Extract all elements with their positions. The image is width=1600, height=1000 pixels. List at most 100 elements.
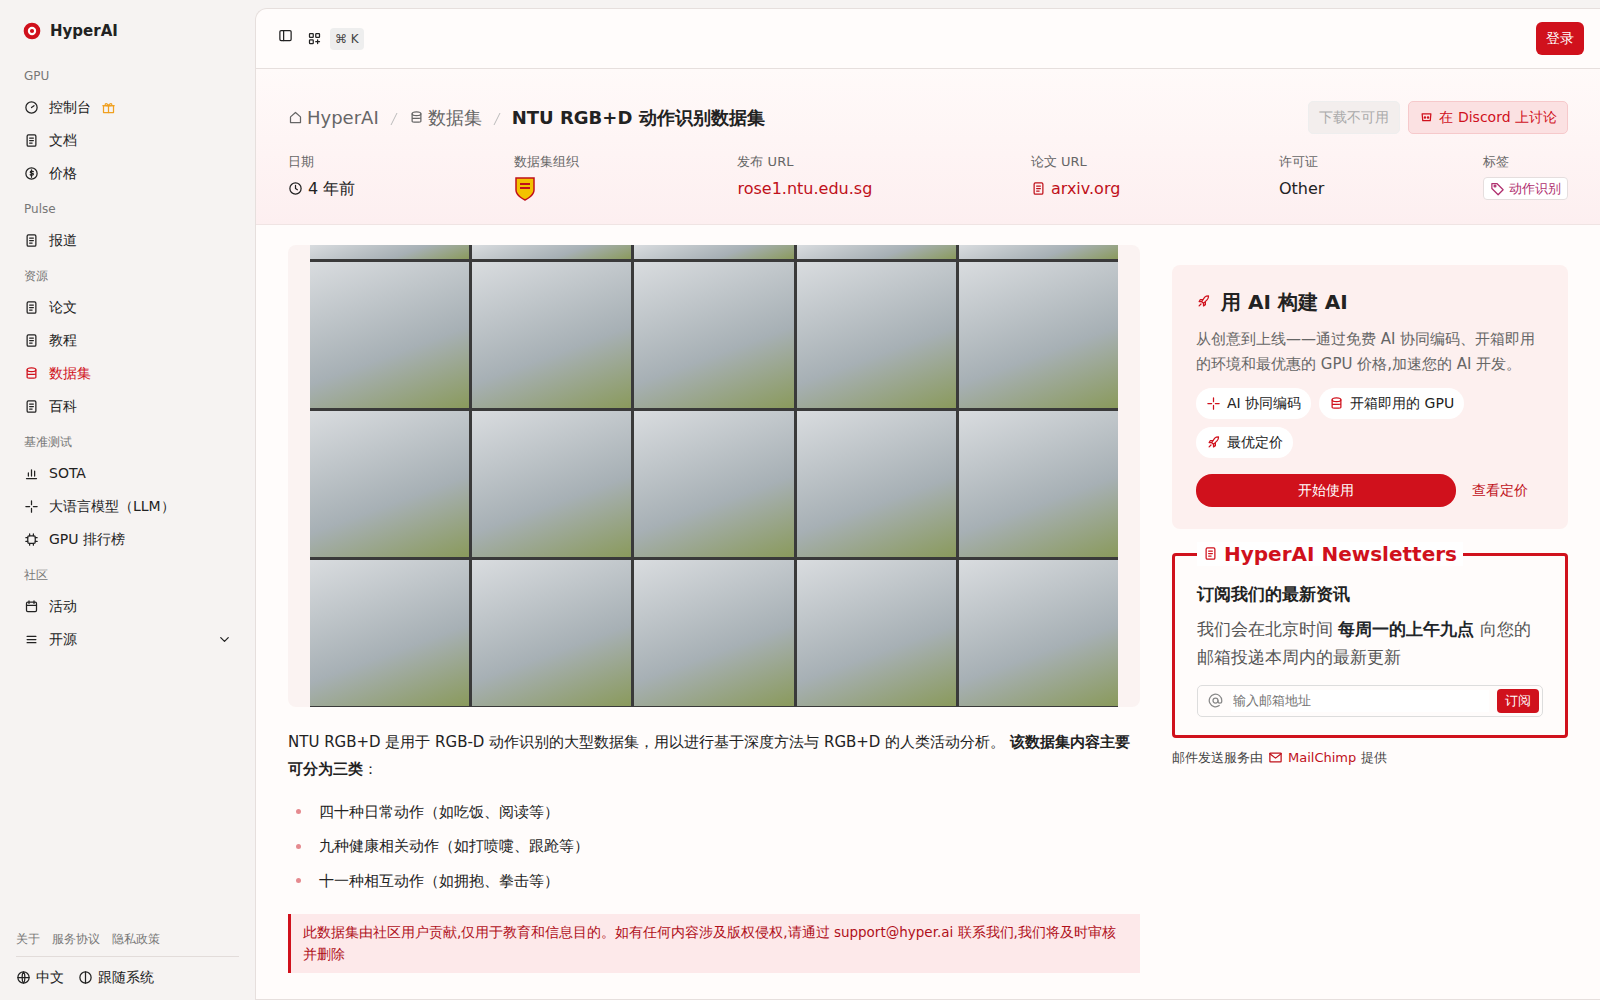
sidebar-item[interactable]: 百科: [16, 390, 239, 423]
language-label: 中文: [36, 967, 64, 988]
sidebar-footer: 关于服务协议隐私政策中文跟随系统: [16, 930, 239, 988]
discord-button[interactable]: 在 Discord 上讨论: [1408, 101, 1568, 134]
newsletter-box: HyperAI Newsletters订阅我们的最新资讯我们会在北京时间 每周一…: [1172, 553, 1568, 738]
subscribe-button[interactable]: 订阅: [1497, 689, 1539, 713]
footer-link[interactable]: 隐私政策: [112, 930, 160, 948]
date-value: 4 年前: [308, 177, 355, 201]
sidebar-toggle[interactable]: [278, 27, 293, 50]
footer-link[interactable]: 关于: [16, 930, 40, 948]
footer-links: 关于服务协议隐私政策: [16, 930, 239, 957]
main-panel: ⌘ K登录HyperAI数据集NTU RGB+D 动作识别数据集下载不可用在 D…: [255, 8, 1600, 1000]
sidebar-item[interactable]: 论文: [16, 291, 239, 324]
feature-icon: [1206, 435, 1221, 450]
panel-icon: [278, 28, 293, 43]
content: NTU RGB+D 是用于 RGB-D 动作识别的大型数据集，用以进行基于深度方…: [256, 225, 1600, 974]
meta-label: 发布 URL: [737, 152, 872, 172]
license-value: Other: [1279, 177, 1324, 201]
release-link[interactable]: rose1.ntu.edu.sg: [737, 177, 872, 201]
chevron-icon: [217, 632, 231, 646]
theme-select[interactable]: 跟随系统: [78, 967, 154, 988]
feature-list: AI 协同编码开箱即用的 GPU最优定价: [1196, 388, 1544, 458]
item-icon: [24, 366, 39, 381]
start-button[interactable]: 开始使用: [1196, 474, 1456, 507]
description-tail: ：: [363, 760, 378, 778]
breadcrumb-label: HyperAI: [307, 104, 379, 131]
tag[interactable]: 动作识别: [1483, 177, 1568, 201]
globe-icon: [16, 970, 31, 985]
newsletter-heading: 订阅我们的最新资讯: [1197, 582, 1543, 608]
newsletter-bold: 每周一的上午九点: [1338, 619, 1474, 639]
sidebar-item[interactable]: 教程: [16, 324, 239, 357]
sidebar-right: 用 AI 构建 AI 从创意到上线——通过免费 AI 协同编码、开箱即用的环境和最…: [1172, 245, 1568, 974]
meta-item: 论文 URLarxiv.org: [1031, 152, 1120, 202]
meta-item: 发布 URL rose1.ntu.edu.sg: [737, 152, 872, 202]
sidebar-item[interactable]: GPU 排行榜: [16, 523, 239, 556]
settings: 中文跟随系统: [16, 957, 239, 988]
mailchimp-link[interactable]: MailChimp: [1288, 748, 1356, 768]
logo-icon: [22, 21, 42, 41]
sidebar-item[interactable]: 报道: [16, 224, 239, 257]
sidebar-item[interactable]: 开源: [16, 623, 239, 656]
sidebar-item[interactable]: 大语言模型（LLM）: [16, 490, 239, 523]
mail-footer-text: 邮件发送服务由: [1172, 748, 1263, 768]
article: NTU RGB+D 是用于 RGB-D 动作识别的大型数据集，用以进行基于深度方…: [288, 245, 1140, 974]
item-icon: [24, 599, 39, 614]
description: NTU RGB+D 是用于 RGB-D 动作识别的大型数据集，用以进行基于深度方…: [288, 729, 1140, 783]
item-icon: [24, 333, 39, 348]
support-email[interactable]: support@hyper.ai: [834, 924, 953, 940]
command-button[interactable]: ⌘ K: [307, 28, 364, 50]
newsletter-text-start: 我们会在北京时间: [1197, 619, 1338, 639]
item-icon: [24, 300, 39, 315]
newsletter-text: 我们会在北京时间 每周一的上午九点 向您的邮箱投递本周内的最新更新: [1197, 615, 1543, 671]
separator: [492, 104, 502, 131]
footer-link[interactable]: 服务协议: [52, 930, 100, 948]
feature-label: 最优定价: [1227, 432, 1283, 453]
meta-row: 日期4 年前数据集组织发布 URLrose1.ntu.edu.sg论文 URLa…: [288, 152, 1568, 202]
item-icon: [24, 632, 39, 647]
meta-value: rose1.ntu.edu.sg: [737, 176, 872, 202]
sidebar-group-title: GPU: [16, 57, 239, 91]
sidebar-item[interactable]: 价格: [16, 157, 239, 190]
feature-label: AI 协同编码: [1227, 393, 1301, 414]
newsletter-title: HyperAI Newsletters: [1197, 542, 1463, 566]
paper-link[interactable]: arxiv.org: [1051, 177, 1120, 201]
breadcrumb-item[interactable]: HyperAI: [288, 104, 379, 131]
meta-label: 日期: [288, 152, 355, 172]
promo-text: 从创意到上线——通过免费 AI 协同编码、开箱即用的环境和最优惠的 GPU 价格…: [1196, 327, 1544, 378]
feature-icon: [1329, 396, 1344, 411]
shortcut: ⌘ K: [330, 28, 364, 50]
promo-card: 用 AI 构建 AI 从创意到上线——通过免费 AI 协同编码、开箱即用的环境和最…: [1172, 265, 1568, 529]
language-select[interactable]: 中文: [16, 967, 64, 988]
feature-icon: [1206, 396, 1221, 411]
mail-footer-tail: 提供: [1361, 748, 1387, 768]
sidebar-item[interactable]: 数据集: [16, 357, 239, 390]
item-icon: [24, 100, 39, 115]
sidebar-item[interactable]: 控制台: [16, 91, 239, 124]
login-button[interactable]: 登录: [1536, 22, 1584, 55]
photo-frame: [288, 245, 1140, 707]
email-field: 订阅: [1197, 685, 1543, 717]
sidebar-group-title: 资源: [16, 257, 239, 291]
breadcrumb-item[interactable]: 数据集: [409, 104, 482, 131]
brand[interactable]: HyperAI: [16, 14, 239, 57]
item-icon: [24, 532, 39, 547]
mail-icon: [1268, 750, 1283, 765]
sidebar-item[interactable]: 文档: [16, 124, 239, 157]
email-input[interactable]: [1231, 690, 1489, 712]
organization-logo-icon[interactable]: [514, 176, 536, 202]
feature-chip: AI 协同编码: [1196, 388, 1311, 419]
gift-icon: [101, 100, 116, 115]
sidebar-label: 论文: [49, 297, 77, 318]
promo-title-text: 用 AI 构建 AI: [1221, 287, 1348, 317]
download-button[interactable]: 下载不可用: [1308, 101, 1400, 134]
meta-value: arxiv.org: [1031, 176, 1120, 202]
sidebar-item[interactable]: SOTA: [16, 457, 239, 490]
sidebar-label: 数据集: [49, 363, 91, 384]
pricing-link[interactable]: 查看定价: [1456, 480, 1544, 501]
tag-label: 动作识别: [1509, 179, 1561, 199]
copyright-notice: 此数据集由社区用户贡献,仅用于教育和信息目的。如有任何内容涉及版权侵权,请通过 …: [288, 914, 1140, 973]
meta-value: [514, 176, 579, 202]
sidebar-group-title: 基准测试: [16, 423, 239, 457]
meta-value: 动作识别: [1483, 176, 1568, 202]
sidebar-item[interactable]: 活动: [16, 590, 239, 623]
